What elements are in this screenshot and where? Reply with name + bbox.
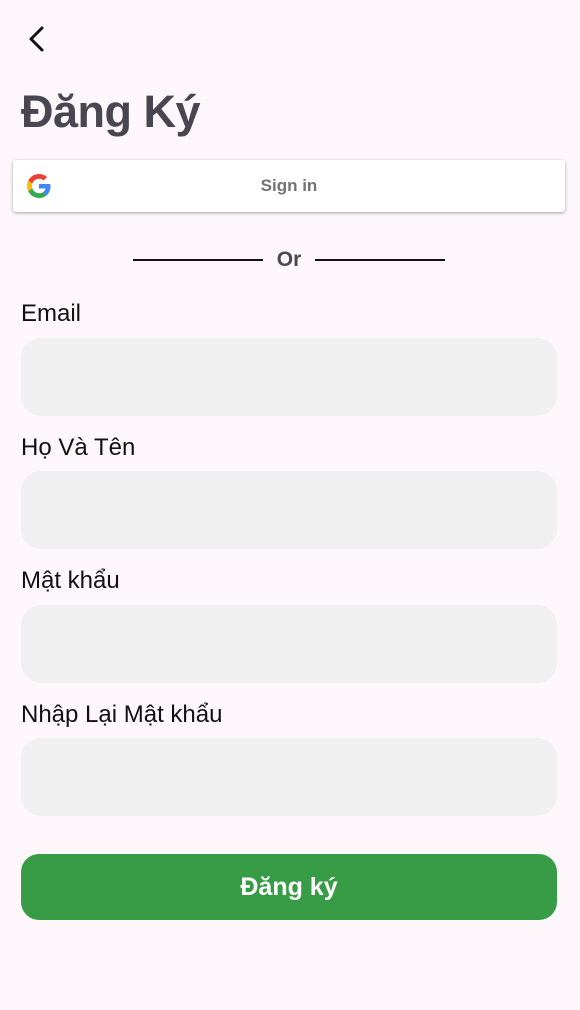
full-name-field[interactable] [21, 471, 557, 549]
divider-line-left [133, 259, 263, 261]
confirm-password-field[interactable] [21, 738, 557, 816]
password-label: Mật khẩu [21, 567, 120, 594]
email-field[interactable] [21, 338, 557, 416]
register-button[interactable]: Đăng ký [21, 854, 557, 920]
page-title: Đăng Ký [21, 86, 201, 137]
email-label: Email [21, 300, 82, 327]
google-sign-in-label: Sign in [260, 176, 318, 195]
chevron-left-icon [22, 24, 52, 54]
divider-line-right [315, 259, 445, 261]
back-button[interactable] [22, 24, 52, 54]
google-sign-in-button[interactable]: Sign in [13, 160, 565, 212]
divider-text: Or [276, 248, 302, 271]
or-divider: Or [133, 246, 445, 274]
full-name-label: Họ Và Tên [21, 434, 136, 461]
password-field[interactable] [21, 605, 557, 683]
confirm-password-label: Nhập Lại Mật khẩu [21, 701, 223, 728]
